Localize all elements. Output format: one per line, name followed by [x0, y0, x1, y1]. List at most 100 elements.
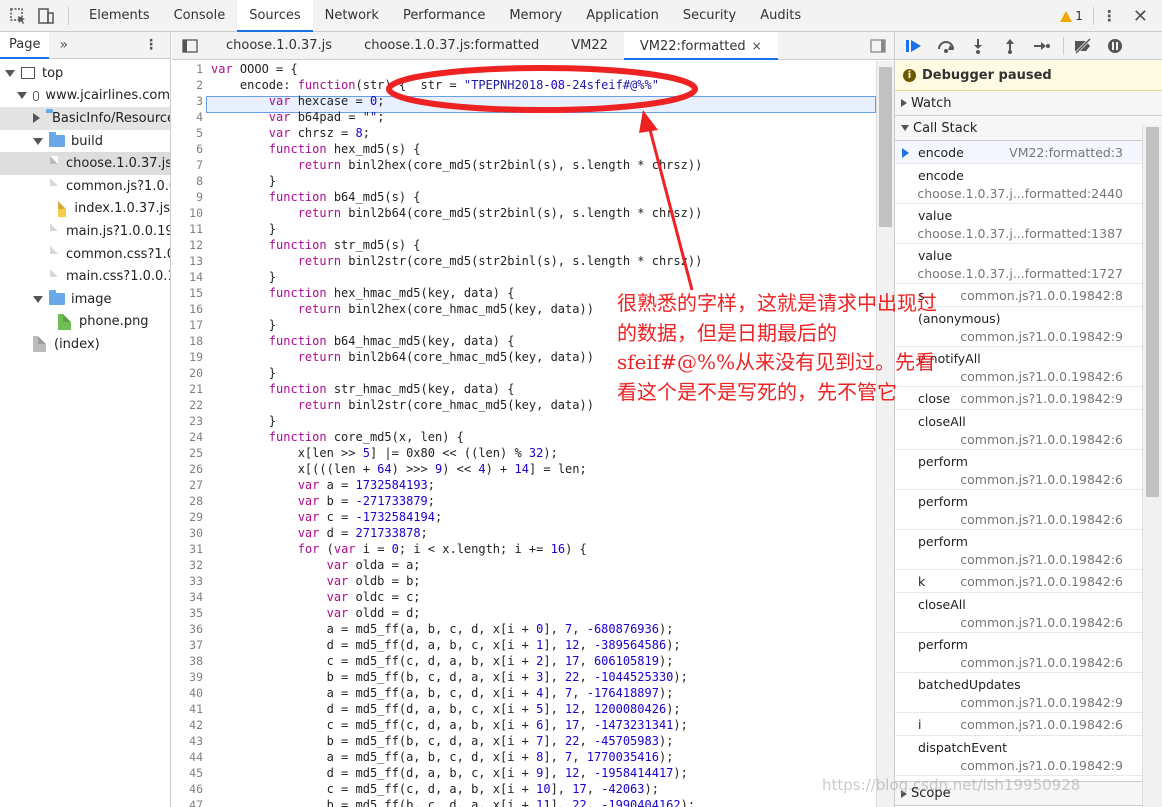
frame-location[interactable]: choose.1.0.37.j...formatted:1727: [917, 266, 1123, 281]
collapse-arrow-icon[interactable]: [33, 295, 43, 303]
tree-item[interactable]: phone.png: [0, 311, 170, 334]
tab-memory[interactable]: Memory: [497, 0, 574, 32]
line-number[interactable]: 3: [172, 93, 206, 109]
call-frame[interactable]: batchedUpdates common.js?1.0.0.19842:9: [895, 673, 1143, 713]
editor-tab[interactable]: choose.1.0.37.js: [210, 32, 348, 60]
tree-item[interactable]: common.css?1.0.0: [0, 243, 170, 266]
call-frame[interactable]: perform common.js?1.0.0.19842:6: [895, 490, 1143, 530]
frame-location[interactable]: common.js?1.0.0.19842:9: [960, 329, 1123, 344]
more-tabs-icon[interactable]: »: [59, 37, 68, 53]
device-toolbar-icon[interactable]: [36, 6, 56, 26]
line-number[interactable]: 34: [172, 589, 206, 605]
line-number[interactable]: 5: [172, 125, 206, 141]
editor-scrollbar-thumb[interactable]: [879, 67, 892, 227]
editor-scrollbar[interactable]: [876, 61, 894, 807]
callstack-section-header[interactable]: Call Stack: [895, 116, 1162, 141]
line-number[interactable]: 29: [172, 509, 206, 525]
frame-location[interactable]: common.js?1.0.0.19842:6: [960, 615, 1123, 630]
line-number[interactable]: 21: [172, 381, 206, 397]
navigator-menu-icon[interactable]: ⋮: [144, 37, 158, 53]
tree-item[interactable]: main.css?1.0.0.19842: [0, 265, 170, 288]
tree-item[interactable]: main.js?1.0.0.19842: [0, 220, 170, 243]
watch-section-header[interactable]: Watch: [895, 91, 1162, 116]
call-frame[interactable]: closeAll common.js?1.0.0.19842:6: [895, 410, 1143, 450]
line-number[interactable]: 45: [172, 765, 206, 781]
toggle-debugger-icon[interactable]: [870, 38, 886, 53]
tree-item[interactable]: choose.1.0.37.js: [0, 152, 170, 175]
tree-item[interactable]: image: [0, 288, 170, 311]
line-number[interactable]: 25: [172, 445, 206, 461]
expand-arrow-icon[interactable]: [33, 113, 40, 124]
frame-location[interactable]: common.js?1.0.0.19842:8: [960, 288, 1123, 303]
frame-location[interactable]: common.js?1.0.0.19842:9: [960, 391, 1123, 406]
line-number[interactable]: 6: [172, 141, 206, 157]
line-number[interactable]: 30: [172, 525, 206, 541]
call-frame[interactable]: i common.js?1.0.0.19842:6: [895, 713, 1143, 736]
frame-location[interactable]: common.js?1.0.0.19842:6: [960, 512, 1123, 527]
line-number[interactable]: 37: [172, 637, 206, 653]
line-number[interactable]: 1: [172, 61, 206, 77]
inspect-element-icon[interactable]: [8, 6, 28, 26]
code-editor[interactable]: 1 2 3 4 5 6 7 8 9 10 11 12 13 14 15 16 17 18 19 20 21 22 23 24 2…: [172, 61, 876, 807]
line-number[interactable]: 24: [172, 429, 206, 445]
call-frame[interactable]: value choose.1.0.37.j...formatted:1727: [895, 244, 1143, 284]
line-number[interactable]: 42: [172, 717, 206, 733]
call-frame[interactable]: perform common.js?1.0.0.19842:6: [895, 633, 1143, 673]
deactivate-breakpoints-icon[interactable]: [1072, 36, 1094, 56]
call-frame[interactable]: value choose.1.0.37.j...formatted:1387: [895, 204, 1143, 244]
frame-location[interactable]: VM22:formatted:3: [1009, 145, 1123, 160]
call-frame[interactable]: encode choose.1.0.37.j...formatted:2440: [895, 164, 1143, 204]
line-number[interactable]: 15: [172, 285, 206, 301]
collapse-arrow-icon[interactable]: [17, 92, 27, 100]
frame-location[interactable]: choose.1.0.37.j...formatted:2440: [917, 186, 1123, 201]
editor-tab[interactable]: VM22:formatted ×: [623, 31, 778, 60]
frame-location[interactable]: common.js?1.0.0.19842:9: [960, 695, 1123, 710]
sidebar-scrollbar[interactable]: [1142, 125, 1162, 807]
sidebar-scrollbar-thumb[interactable]: [1146, 127, 1159, 497]
collapse-arrow-icon[interactable]: [33, 137, 43, 145]
tab-sources[interactable]: Sources: [237, 0, 313, 32]
tab-page[interactable]: Page: [0, 32, 50, 59]
step-out-icon[interactable]: [999, 36, 1021, 56]
step-over-icon[interactable]: [935, 36, 957, 56]
line-number[interactable]: 39: [172, 669, 206, 685]
tree-item[interactable]: (index): [0, 333, 170, 356]
line-number[interactable]: 8: [172, 173, 206, 189]
warning-counter[interactable]: 1: [1060, 9, 1083, 23]
line-number[interactable]: 43: [172, 733, 206, 749]
frame-location[interactable]: common.js?1.0.0.19842:6: [960, 432, 1123, 447]
frame-location[interactable]: common.js?1.0.0.19842:6: [960, 472, 1123, 487]
call-frame[interactable]: close common.js?1.0.0.19842:9: [895, 387, 1143, 410]
tab-console[interactable]: Console: [162, 0, 238, 32]
call-frame[interactable]: s common.js?1.0.0.19842:8: [895, 284, 1143, 307]
call-frame[interactable]: k common.js?1.0.0.19842:6: [895, 570, 1143, 593]
call-frame[interactable]: closeAll common.js?1.0.0.19842:6: [895, 593, 1143, 633]
pause-on-exceptions-icon[interactable]: [1104, 36, 1126, 56]
tab-audits[interactable]: Audits: [748, 0, 813, 32]
line-number[interactable]: 11: [172, 221, 206, 237]
editor-tab[interactable]: choose.1.0.37.js:formatted: [348, 32, 555, 60]
line-number[interactable]: 7: [172, 157, 206, 173]
line-number[interactable]: 31: [172, 541, 206, 557]
step-into-icon[interactable]: [967, 36, 989, 56]
line-number[interactable]: 47: [172, 797, 206, 807]
line-number[interactable]: 10: [172, 205, 206, 221]
line-number[interactable]: 9: [172, 189, 206, 205]
frame-location[interactable]: common.js?1.0.0.19842:6: [960, 552, 1123, 567]
tab-security[interactable]: Security: [671, 0, 748, 32]
line-number[interactable]: 23: [172, 413, 206, 429]
toggle-navigator-icon[interactable]: [182, 38, 198, 53]
editor-tab[interactable]: VM22: [555, 32, 624, 60]
frame-location[interactable]: common.js?1.0.0.19842:6: [960, 369, 1123, 384]
line-number[interactable]: 13: [172, 253, 206, 269]
line-number[interactable]: 36: [172, 621, 206, 637]
line-number[interactable]: 19: [172, 349, 206, 365]
line-number[interactable]: 20: [172, 365, 206, 381]
line-number[interactable]: 46: [172, 781, 206, 797]
line-number[interactable]: 4: [172, 109, 206, 125]
line-number[interactable]: 26: [172, 461, 206, 477]
frame-location[interactable]: common.js?1.0.0.19842:6: [960, 717, 1123, 732]
line-number[interactable]: 2: [172, 77, 206, 93]
tree-item[interactable]: BasicInfo/Resource: [0, 107, 170, 130]
tree-item[interactable]: index.1.0.37.js: [0, 198, 170, 221]
